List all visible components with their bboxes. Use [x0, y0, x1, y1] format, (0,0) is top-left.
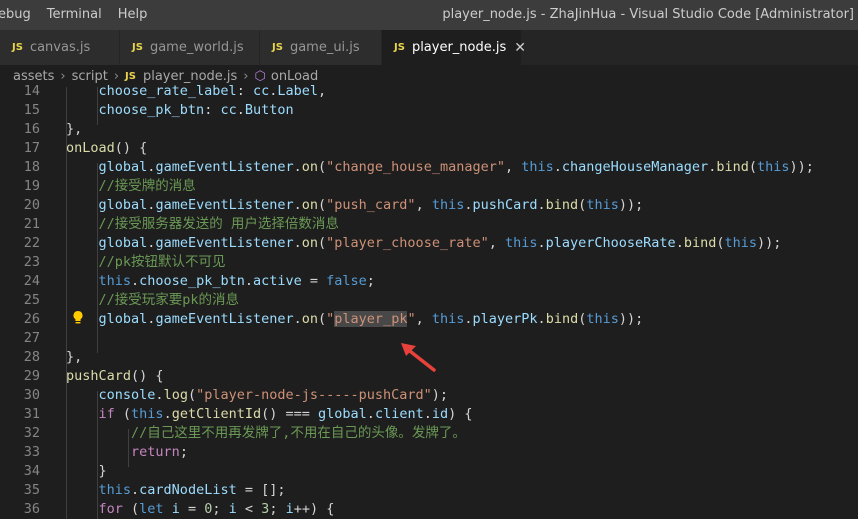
line-number: 29 — [23, 368, 40, 384]
line-number: 34 — [23, 463, 40, 479]
line-number: 14 — [23, 83, 40, 99]
js-file-icon: JS — [125, 70, 136, 82]
menu-terminal[interactable]: Terminal — [47, 7, 102, 22]
code-text: //接受服务器发送的 用户选择倍数消息 — [98, 216, 339, 232]
tab-game-ui[interactable]: JS game_ui.js — [260, 30, 382, 65]
code-line[interactable]: 20 global.gameEventListener.on("push_car… — [0, 196, 858, 215]
tab-label: canvas.js — [29, 40, 91, 55]
code-line[interactable]: 22 global.gameEventListener.on("player_c… — [0, 234, 858, 253]
line-number: 30 — [23, 387, 40, 403]
line-number: 26 — [23, 311, 40, 327]
window-title: player_node.js - ZhaJinHua - Visual Stud… — [442, 7, 854, 22]
code-text: //pk按钮默认不可见 — [98, 254, 226, 270]
code-line[interactable]: 15 choose_pk_btn: cc.Button — [0, 101, 858, 120]
line-number: 35 — [23, 482, 40, 498]
code-text: global.gameEventListener.on("change_hous… — [98, 159, 814, 175]
line-number: 27 — [23, 330, 40, 346]
code-line[interactable]: 16}, — [0, 120, 858, 139]
js-file-icon: JS — [132, 42, 143, 53]
code-line[interactable]: 17 onLoad() { — [0, 139, 858, 158]
code-line[interactable]: 25 //接受玩家要pk的消息 — [0, 291, 858, 310]
title-bar: ebug Terminal Help player_node.js - ZhaJ… — [0, 0, 858, 30]
line-number: 28 — [23, 349, 40, 365]
tab-player-node[interactable]: JS player_node.js ✕ — [382, 30, 526, 65]
line-number: 16 — [23, 121, 40, 137]
menu-help[interactable]: Help — [118, 7, 148, 22]
lightbulb-icon[interactable] — [72, 310, 86, 329]
menu-debug[interactable]: ebug — [0, 7, 31, 22]
code-text: } — [66, 463, 107, 479]
code-text: console.log("player-node-js-----pushCard… — [98, 387, 449, 403]
code-text: global.gameEventListener.on("push_card",… — [98, 197, 644, 213]
code-line[interactable]: 33 return; — [0, 443, 858, 462]
line-number: 20 — [23, 197, 40, 213]
line-number: 33 — [23, 444, 40, 460]
code-line[interactable]: 30 console.log("player-node-js-----pushC… — [0, 386, 858, 405]
js-file-icon: JS — [394, 42, 405, 53]
code-text: }, — [66, 121, 83, 137]
tab-label: game_world.js — [149, 40, 244, 55]
code-line[interactable]: 36 for (let i = 0; i < 3; i++) { — [0, 500, 858, 519]
code-text: //接受玩家要pk的消息 — [98, 292, 240, 308]
line-number: 31 — [23, 406, 40, 422]
code-text: this.cardNodeList = []; — [98, 482, 286, 498]
line-number: 18 — [23, 159, 40, 175]
code-text: for (let i = 0; i < 3; i++) { — [98, 501, 335, 517]
line-number: 15 — [23, 102, 40, 118]
editor-tabs: JS canvas.js JS game_world.js JS game_ui… — [0, 30, 858, 65]
code-text: choose_pk_btn: cc.Button — [98, 102, 294, 118]
code-line[interactable]: 21 //接受服务器发送的 用户选择倍数消息 — [0, 215, 858, 234]
code-text: onLoad() { — [66, 140, 148, 156]
code-text: this.choose_pk_btn.active = false; — [98, 273, 375, 289]
code-text: choose_rate_label: cc.Label, — [98, 83, 327, 99]
line-number: 36 — [23, 501, 40, 517]
tab-label: game_ui.js — [289, 40, 360, 55]
menu-bar: ebug Terminal Help — [0, 7, 163, 22]
tab-canvas[interactable]: JS canvas.js — [0, 30, 120, 65]
code-text: //自己这里不用再发牌了,不用在自己的头像。发牌了。 — [131, 425, 466, 441]
line-number: 17 — [23, 140, 40, 156]
code-line[interactable]: 24 this.choose_pk_btn.active = false; — [0, 272, 858, 291]
close-icon[interactable]: ✕ — [514, 40, 526, 56]
tab-game-world[interactable]: JS game_world.js — [120, 30, 260, 65]
code-line[interactable]: 18 global.gameEventListener.on("change_h… — [0, 158, 858, 177]
code-line[interactable]: 32 //自己这里不用再发牌了,不用在自己的头像。发牌了。 — [0, 424, 858, 443]
code-text: }, — [66, 349, 83, 365]
code-line[interactable]: 31 if (this.getClientId() === global.cli… — [0, 405, 858, 424]
code-line[interactable]: 26 global.gameEventListener.on("player_p… — [0, 310, 858, 329]
code-text: global.gameEventListener.on("player_pk",… — [98, 311, 644, 327]
code-text: pushCard() { — [66, 368, 164, 384]
line-number: 23 — [23, 254, 40, 270]
code-editor[interactable]: 14 choose_rate_label: cc.Label, 15 choose… — [0, 83, 858, 519]
line-number: 19 — [23, 178, 40, 194]
red-arrow-icon — [401, 343, 436, 372]
line-number: 21 — [23, 216, 40, 232]
line-number: 22 — [23, 235, 40, 251]
code-line[interactable]: 14 choose_rate_label: cc.Label, — [0, 82, 858, 101]
line-number: 25 — [23, 292, 40, 308]
code-line[interactable]: 35 this.cardNodeList = []; — [0, 481, 858, 500]
code-line[interactable]: 34 } — [0, 462, 858, 481]
code-text: if (this.getClientId() === global.client… — [98, 406, 473, 422]
line-number: 32 — [23, 425, 40, 441]
tab-label: player_node.js — [411, 40, 507, 55]
code-text: //接受牌的消息 — [98, 178, 196, 194]
code-line[interactable]: 19 //接受牌的消息 — [0, 177, 858, 196]
js-file-icon: JS — [12, 42, 23, 53]
code-line[interactable]: 23 //pk按钮默认不可见 — [0, 253, 858, 272]
code-text: global.gameEventListener.on("player_choo… — [98, 235, 782, 251]
code-text: return; — [131, 444, 188, 460]
js-file-icon: JS — [272, 42, 283, 53]
line-number: 24 — [23, 273, 40, 289]
